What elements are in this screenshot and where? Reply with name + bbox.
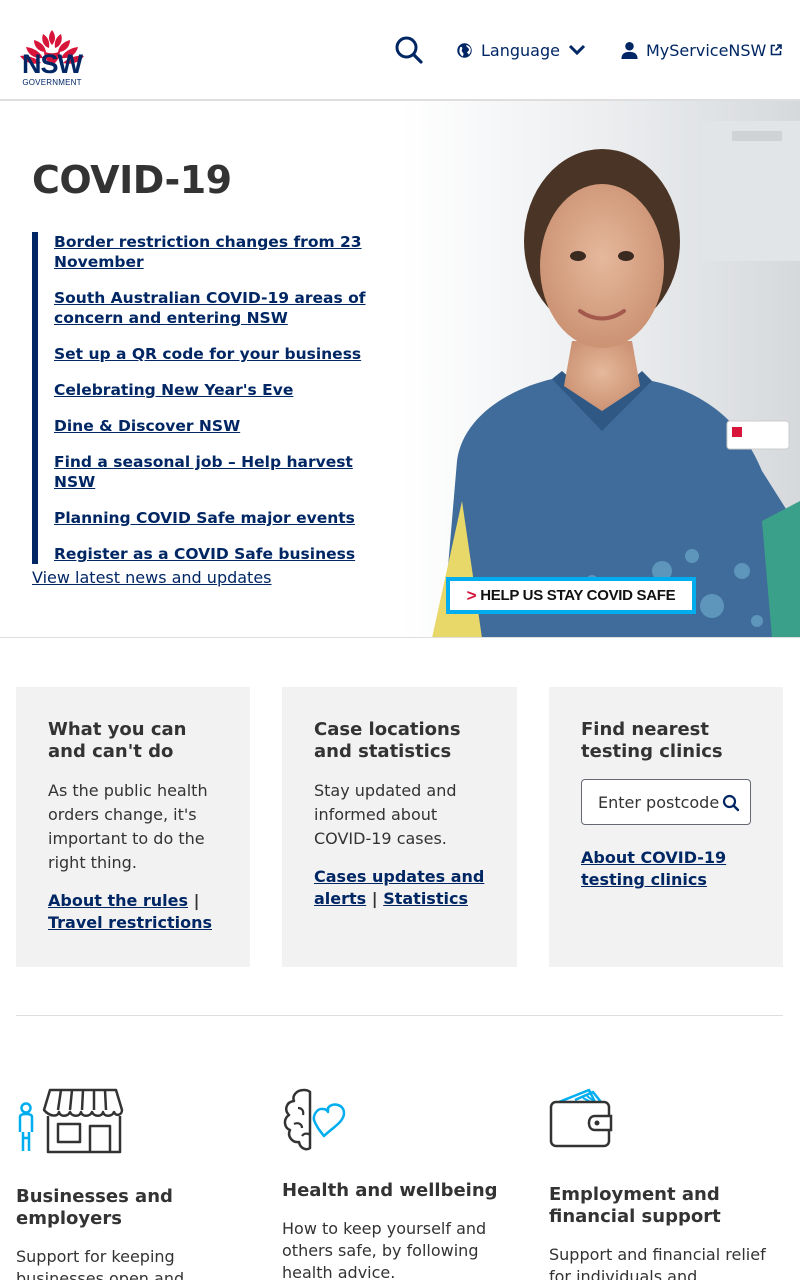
postcode-input[interactable] — [598, 782, 738, 822]
section-divider — [16, 1015, 783, 1016]
badge-arrow: > — [466, 585, 477, 605]
link-new-years-eve[interactable]: Celebrating New Year's Eve — [54, 381, 293, 399]
category-health[interactable]: Health and wellbeing How to keep yoursel… — [282, 1088, 502, 1280]
category-title: Employment and financial support — [549, 1184, 721, 1227]
postcode-search — [581, 779, 751, 825]
category-title: Health and wellbeing — [282, 1180, 498, 1201]
card-body: Stay updated and informed about COVID-19… — [314, 781, 457, 848]
covid-hero: COVID-19 Border restriction changes from… — [0, 101, 800, 638]
list-item: Dine & Discover NSW — [54, 416, 392, 436]
covid-quick-links: Border restriction changes from 23 Novem… — [32, 232, 392, 564]
chevron-down-icon — [568, 44, 586, 56]
list-item: Register as a COVID Safe business — [54, 544, 392, 564]
list-item: Set up a QR code for your business — [54, 344, 392, 364]
logo-wordmark: NSW — [22, 49, 83, 79]
external-link-icon — [771, 44, 783, 56]
card-testing: Find nearest testing clinics About COVID… — [549, 687, 783, 967]
site-header: NSW GOVERNMENT Language MyServiceNSW — [0, 0, 800, 101]
link-qr-code-setup[interactable]: Set up a QR code for your business — [54, 345, 361, 363]
card-links: About the rules | Travel restrictions — [48, 890, 218, 934]
category-businesses[interactable]: Businesses and employers Support for kee… — [16, 1088, 236, 1280]
user-icon — [621, 41, 638, 59]
testing-clinics-link[interactable]: About COVID-19 testing clinics — [581, 848, 726, 889]
link-seasonal-job[interactable]: Find a seasonal job – Help harvest NSW — [54, 453, 353, 491]
card-body: As the public health orders change, it's… — [48, 781, 208, 872]
language-selector[interactable]: Language — [456, 38, 586, 62]
link-separator: | — [371, 889, 378, 908]
link-register-business[interactable]: Register as a COVID Safe business — [54, 545, 355, 563]
card-links: Cases updates and alerts | Statistics — [314, 866, 485, 910]
card-rules: What you can and can't do As the public … — [16, 687, 250, 967]
category-employment[interactable]: Employment and financial support Support… — [549, 1088, 779, 1280]
link-separator: | — [193, 891, 200, 910]
myservicensw-link[interactable]: MyServiceNSW — [620, 38, 783, 62]
card-title: What you can and can't do — [48, 719, 187, 762]
card-cases: Case locations and statistics Stay updat… — [282, 687, 517, 967]
link-border-restrictions[interactable]: Border restriction changes from 23 Novem… — [54, 233, 362, 271]
link-dine-discover[interactable]: Dine & Discover NSW — [54, 417, 240, 435]
about-rules-link[interactable]: About the rules — [48, 891, 188, 910]
category-body: Support and financial relief for individ… — [549, 1245, 766, 1280]
list-item: Planning COVID Safe major events — [54, 508, 392, 528]
language-label: Language — [481, 40, 560, 60]
list-item: Find a seasonal job – Help harvest NSW — [54, 452, 392, 492]
storefront-icon — [18, 1088, 124, 1154]
badge-text: HELP US STAY COVID SAFE — [480, 587, 676, 604]
card-title: Find nearest testing clinics — [581, 719, 723, 762]
list-item: Border restriction changes from 23 Novem… — [54, 232, 392, 272]
travel-restrictions-link[interactable]: Travel restrictions — [48, 913, 212, 932]
view-news-link[interactable]: View latest news and updates — [32, 568, 272, 587]
health-worker-photo — [402, 101, 800, 637]
category-title: Businesses and employers — [16, 1186, 173, 1229]
wallet-icon — [549, 1088, 613, 1148]
statistics-link[interactable]: Statistics — [383, 889, 468, 908]
list-item: South Australian COVID-19 areas of conce… — [54, 288, 392, 328]
search-icon[interactable] — [722, 794, 740, 812]
link-major-events[interactable]: Planning COVID Safe major events — [54, 509, 355, 527]
category-body: Support for keeping businesses open and — [16, 1247, 185, 1280]
card-links: About COVID-19 testing clinics — [581, 847, 751, 891]
search-icon[interactable] — [394, 34, 424, 66]
brain-heart-icon — [283, 1088, 346, 1151]
list-item: Celebrating New Year's Eve — [54, 380, 392, 400]
page-title: COVID-19 — [32, 158, 232, 202]
category-body: How to keep yourself and others safe, by… — [282, 1219, 487, 1280]
card-title: Case locations and statistics — [314, 719, 461, 762]
logo-subtext: GOVERNMENT — [22, 78, 82, 87]
link-sa-areas-of-concern[interactable]: South Australian COVID-19 areas of conce… — [54, 289, 366, 327]
globe-icon — [457, 42, 472, 58]
covid-safe-badge[interactable]: > HELP US STAY COVID SAFE — [446, 577, 696, 614]
myservicensw-label: MyServiceNSW — [646, 40, 767, 60]
